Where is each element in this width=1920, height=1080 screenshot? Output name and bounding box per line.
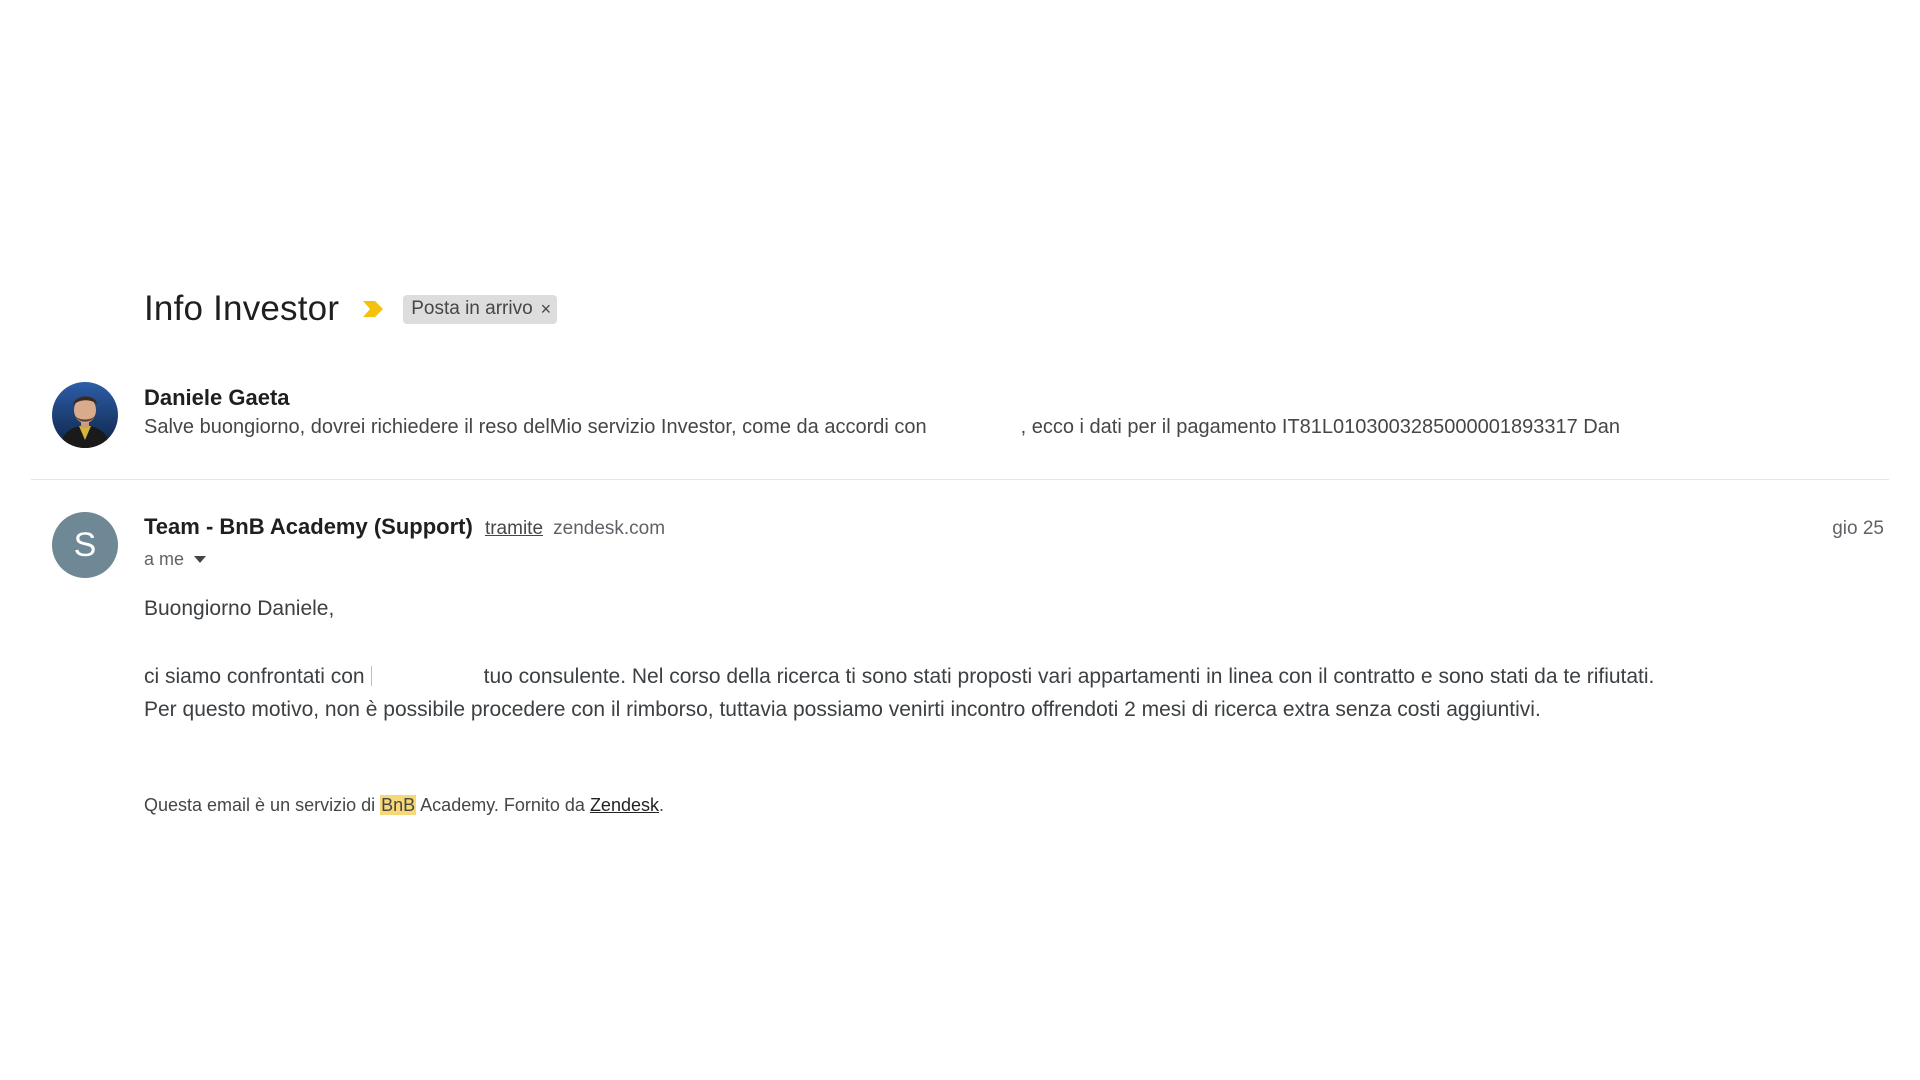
zendesk-link[interactable]: Zendesk [590, 795, 659, 815]
recipient-line[interactable]: a me [144, 549, 207, 570]
thread-header: Info Investor Posta in arrivo × [144, 289, 558, 329]
sender-domain: zendesk.com [553, 518, 666, 539]
importance-marker-icon[interactable] [361, 299, 385, 319]
message-divider [31, 479, 1889, 480]
body-paragraph-2: Per questo motivo, non è possibile proce… [144, 698, 1541, 721]
remove-label-icon[interactable]: × [541, 300, 552, 318]
sender-avatar [52, 382, 118, 448]
label-chip-inbox: Posta in arrivo × [403, 294, 558, 324]
body-greeting: Buongiorno Daniele, [144, 597, 335, 620]
snippet-text-part1: Salve buongiorno, dovrei richiedere il r… [144, 416, 927, 438]
redaction-mark [370, 666, 372, 686]
footer-highlight: BnB [380, 795, 417, 815]
via-link[interactable]: tramite [485, 518, 543, 539]
message-snippet: Salve buongiorno, dovrei richiedere il r… [144, 416, 1620, 439]
email-footer: Questa email è un servizio di BnB Academ… [144, 795, 664, 816]
thread-subject: Info Investor [144, 289, 340, 328]
para1-text-part1: ci siamo confrontati con [144, 665, 365, 688]
para1-text-part2: tuo consulente. Nel corso della ricerca … [483, 665, 1655, 688]
message-date: gio 25 [1832, 518, 1884, 539]
sender-name: Daniele Gaeta [144, 385, 290, 410]
show-details-dropdown-icon[interactable] [194, 556, 207, 563]
message-header: Team - BnB Academy (Support) tramite zen… [144, 514, 665, 540]
footer-text-part2: Academy. Fornito da [420, 795, 585, 815]
sender-name: Team - BnB Academy (Support) [144, 514, 473, 539]
footer-end: . [658, 795, 664, 815]
recipient-text: a me [144, 549, 185, 569]
label-chip-text: Posta in arrivo [411, 298, 533, 319]
avatar-photo-icon [52, 382, 118, 448]
collapsed-message[interactable]: Daniele Gaeta Salve buongiorno, dovrei r… [0, 376, 1920, 480]
snippet-text-part2: , ecco i dati per il pagamento IT81L0103… [1020, 416, 1620, 438]
sender-avatar-letter: S [52, 512, 118, 578]
body-paragraph-1: ci siamo confrontati con tuo consulente. … [144, 665, 1654, 689]
footer-text-part1: Questa email è un servizio di [144, 795, 376, 815]
